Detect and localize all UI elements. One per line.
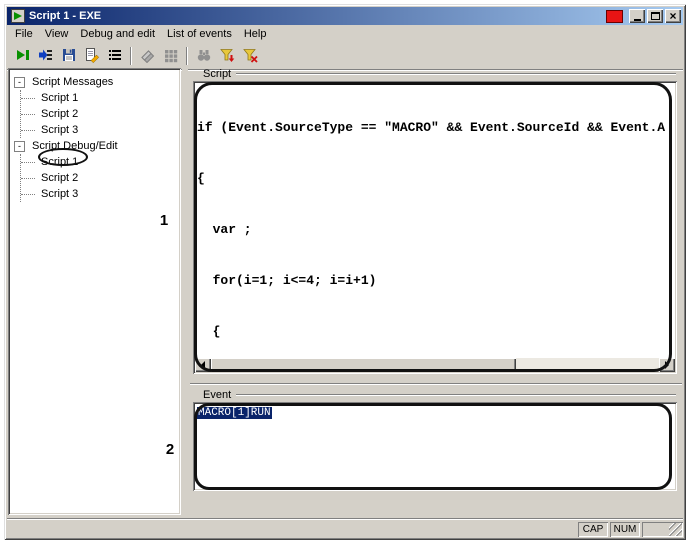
titlebar[interactable]: Script 1 - EXE × <box>7 7 683 25</box>
tree-item-debug-script-1[interactable]: Script 1 <box>39 156 80 168</box>
scrollbar-thumb[interactable] <box>211 358 516 372</box>
event-section-label: Event <box>203 389 231 401</box>
minimize-icon <box>634 19 641 21</box>
tree-item-debug-script-3[interactable]: Script 3 <box>39 188 80 200</box>
tree-group-script-debug-edit[interactable]: Script Debug/Edit <box>30 140 120 152</box>
event-section-header: Event <box>194 388 678 401</box>
code-line: var ; <box>197 221 675 238</box>
menu-view[interactable]: View <box>39 26 75 42</box>
code-line: { <box>197 323 675 340</box>
maximize-icon <box>651 12 660 20</box>
search-button[interactable] <box>192 45 215 67</box>
erase-icon <box>140 47 156 66</box>
run-script-icon <box>15 47 31 66</box>
clear-filter-icon <box>242 47 258 66</box>
run-script-button[interactable] <box>11 45 34 67</box>
script-tree: - Script Messages Script 1 Script 2 Scri… <box>8 68 181 204</box>
code-line: { <box>197 170 675 187</box>
caps-lock-indicator: CAP <box>578 522 608 537</box>
app-window: Script 1 - EXE × File View Debug and edi… <box>4 4 686 540</box>
scrollbar-track[interactable] <box>211 358 659 372</box>
toolbar <box>7 43 683 70</box>
event-input[interactable]: MACRO[1]RUN <box>193 402 677 491</box>
code-line: for(i=1; i<=4; i=i+1) <box>197 272 675 289</box>
panel-splitter[interactable] <box>182 68 188 515</box>
record-indicator <box>606 10 623 23</box>
save-button[interactable] <box>57 45 80 67</box>
collapse-toggle[interactable]: - <box>14 77 25 88</box>
window-title: Script 1 - EXE <box>29 10 606 22</box>
tree-item-debug-script-2[interactable]: Script 2 <box>39 172 80 184</box>
menubar: File View Debug and edit List of events … <box>7 25 683 43</box>
tree-group-script-messages[interactable]: Script Messages <box>30 76 115 88</box>
event-selected-text[interactable]: MACRO[1]RUN <box>197 407 272 419</box>
tree-item-messages-script-2[interactable]: Script 2 <box>39 108 80 120</box>
event-list-icon <box>107 47 123 66</box>
resize-grip[interactable] <box>669 523 682 536</box>
screen: Script 1 - EXE × File View Debug and edi… <box>0 0 690 544</box>
goto-line-icon <box>38 47 54 66</box>
goto-line-button[interactable] <box>34 45 57 67</box>
tree-item-messages-script-1[interactable]: Script 1 <box>39 92 80 104</box>
event-list-button[interactable] <box>103 45 126 67</box>
horizontal-scrollbar[interactable] <box>195 358 675 372</box>
scroll-right-button[interactable] <box>659 358 675 372</box>
code-line: if (Event.SourceType == "MACRO" && Event… <box>197 119 675 136</box>
filter-icon <box>219 47 235 66</box>
script-event-divider <box>190 383 682 385</box>
toolbar-separator <box>130 47 132 65</box>
menu-file[interactable]: File <box>9 26 39 42</box>
script-code-editor[interactable]: if (Event.SourceType == "MACRO" && Event… <box>193 81 677 374</box>
filter-button[interactable] <box>215 45 238 67</box>
script-code: if (Event.SourceType == "MACRO" && Event… <box>197 85 675 357</box>
section-divider-line <box>236 73 676 75</box>
arrow-left-icon <box>197 361 205 369</box>
arrow-right-icon <box>665 361 673 369</box>
search-icon <box>196 47 212 66</box>
grid-icon <box>163 47 179 66</box>
script-section-label: Script <box>203 68 231 80</box>
maximize-button[interactable] <box>647 9 663 23</box>
save-icon <box>61 47 77 66</box>
statusbar: CAP NUM <box>7 518 683 537</box>
edit-script-icon <box>84 47 100 66</box>
edit-script-button[interactable] <box>80 45 103 67</box>
collapse-toggle[interactable]: - <box>14 141 25 152</box>
section-divider-line <box>236 394 676 396</box>
clear-filter-button[interactable] <box>238 45 261 67</box>
app-icon <box>11 9 25 23</box>
toolbar-separator <box>186 47 188 65</box>
close-icon: × <box>669 11 676 21</box>
close-button[interactable]: × <box>665 9 681 23</box>
menu-list-of-events[interactable]: List of events <box>161 26 238 42</box>
erase-button[interactable] <box>136 45 159 67</box>
menu-debug-and-edit[interactable]: Debug and edit <box>74 26 161 42</box>
scroll-left-button[interactable] <box>195 358 211 372</box>
tree-item-messages-script-3[interactable]: Script 3 <box>39 124 80 136</box>
menu-help[interactable]: Help <box>238 26 273 42</box>
num-lock-indicator: NUM <box>610 522 640 537</box>
grid-button[interactable] <box>159 45 182 67</box>
script-tree-panel: - Script Messages Script 1 Script 2 Scri… <box>8 68 181 515</box>
minimize-button[interactable] <box>629 9 645 23</box>
script-section-header: Script <box>194 67 678 80</box>
